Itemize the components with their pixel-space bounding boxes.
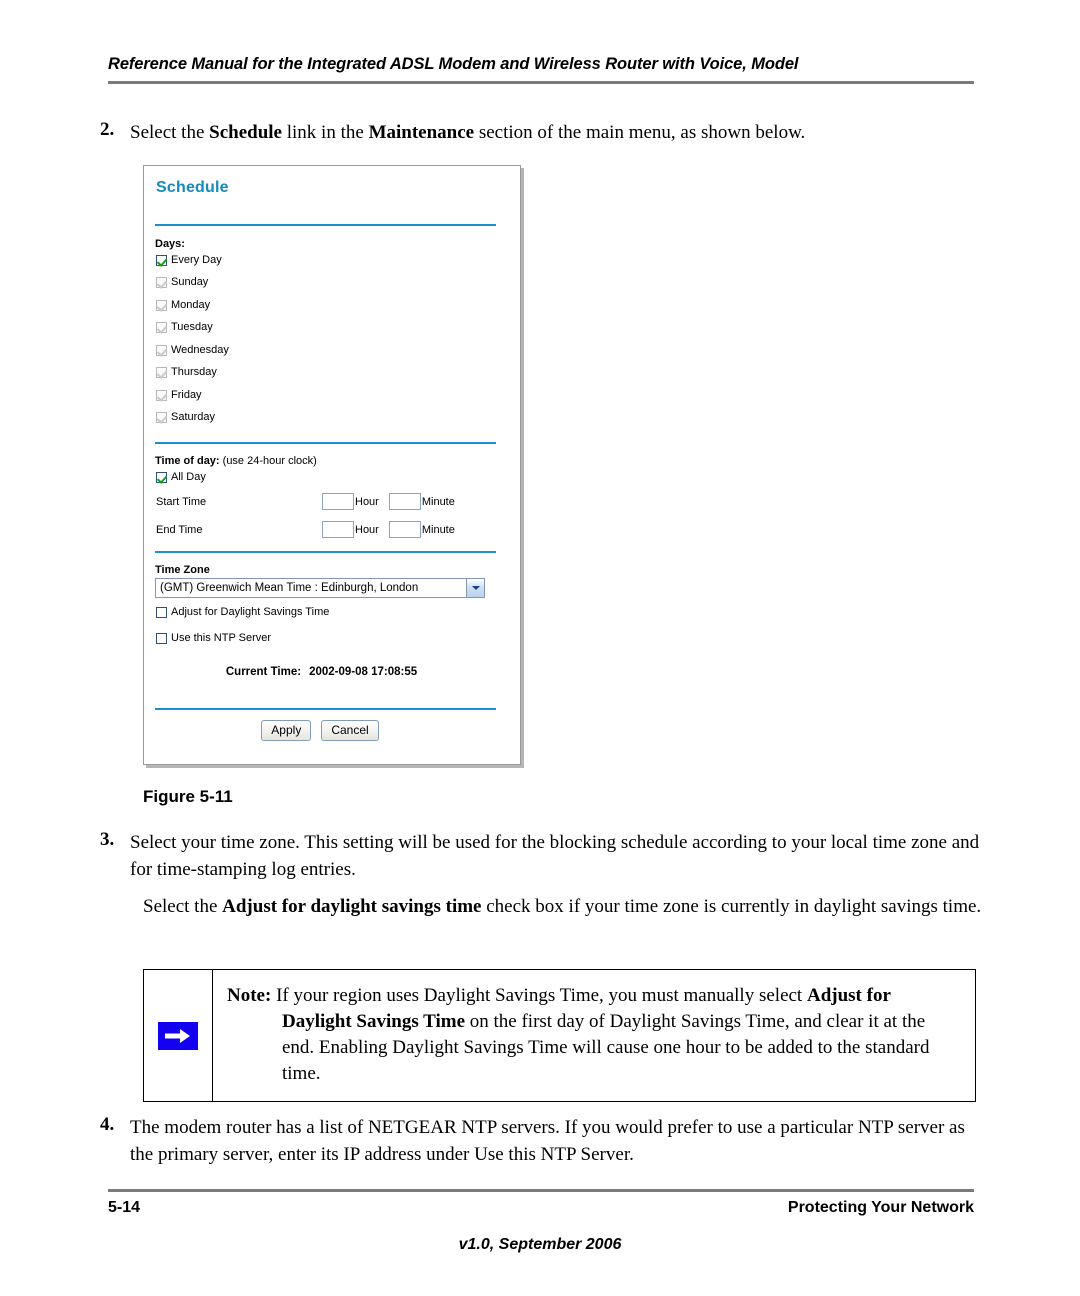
note-paragraph: Note: If your region uses Daylight Savin…	[227, 983, 961, 1087]
current-time-row: Current Time: 2002-09-08 17:08:55	[144, 666, 499, 678]
note-label: Note:	[227, 985, 272, 1006]
cancel-button[interactable]: Cancel	[321, 720, 379, 741]
checkbox-row-thursday[interactable]: Thursday	[156, 366, 217, 378]
step-3-body: Select your time zone. This setting will…	[130, 832, 980, 880]
checkbox-thursday[interactable]	[156, 366, 167, 378]
checkbox-tuesday[interactable]	[156, 321, 167, 333]
time-of-day-note: (use 24-hour clock)	[222, 455, 317, 467]
time-zone-label: Time Zone	[155, 564, 210, 576]
step-2-bold-maintenance: Maintenance	[368, 122, 475, 143]
step-2-text-c: section of the main menu, as shown below…	[474, 122, 806, 143]
step-4-body: The modem router has a list of NETGEAR N…	[130, 1117, 965, 1165]
checkbox-row-use-ntp-server[interactable]: Use this NTP Server	[156, 632, 271, 644]
footer-divider	[108, 1189, 974, 1192]
label-adjust-dst: Adjust for Daylight Savings Time	[171, 606, 330, 618]
end-hour-input[interactable]	[322, 521, 354, 538]
schedule-screenshot-panel: Schedule Days: Every Day Sunday Monday T…	[143, 165, 521, 765]
figure-caption: Figure 5-11	[143, 787, 233, 806]
step-3-para-b: check box if your time zone is currently…	[481, 896, 982, 917]
label-use-ntp-server: Use this NTP Server	[171, 632, 272, 644]
page-header: Reference Manual for the Integrated ADSL…	[108, 55, 974, 84]
step-4: 4. The modem router has a list of NETGEA…	[100, 1114, 990, 1168]
note-callout-box: Note: If your region uses Daylight Savin…	[143, 969, 976, 1102]
current-time-value: 2002-09-08 17:08:55	[309, 666, 418, 678]
step-3-bold-adjust-dst: Adjust for daylight savings time	[222, 896, 482, 917]
divider-days	[155, 442, 496, 444]
checkbox-every-day[interactable]	[156, 254, 167, 266]
step-4-number: 4.	[100, 1114, 115, 1135]
time-zone-selected-value: (GMT) Greenwich Mean Time : Edinburgh, L…	[160, 582, 419, 594]
checkbox-row-wednesday[interactable]: Wednesday	[156, 344, 229, 356]
time-zone-select[interactable]: (GMT) Greenwich Mean Time : Edinburgh, L…	[155, 578, 485, 598]
step-2-text-a: Select the	[130, 122, 210, 143]
chevron-down-icon[interactable]	[466, 579, 484, 597]
step-3-number: 3.	[100, 829, 115, 850]
checkbox-use-ntp-server[interactable]	[156, 632, 167, 644]
apply-button[interactable]: Apply	[261, 720, 312, 741]
label-sunday: Sunday	[171, 276, 209, 288]
footer-section-title: Protecting Your Network	[787, 1199, 974, 1216]
note-icon-cell	[144, 970, 213, 1101]
label-wednesday: Wednesday	[171, 344, 229, 356]
button-row: Apply Cancel	[144, 720, 496, 741]
header-divider	[108, 81, 974, 84]
label-saturday: Saturday	[171, 411, 216, 423]
checkbox-all-day[interactable]	[156, 471, 167, 483]
checkbox-row-saturday[interactable]: Saturday	[156, 411, 215, 423]
label-tuesday: Tuesday	[171, 321, 213, 333]
divider-title	[155, 224, 496, 226]
header-title: Reference Manual for the Integrated ADSL…	[108, 55, 799, 73]
end-hour-unit: Hour	[355, 523, 379, 536]
checkbox-row-monday[interactable]: Monday	[156, 299, 210, 311]
footer-version: v1.0, September 2006	[458, 1236, 622, 1253]
checkbox-row-adjust-dst[interactable]: Adjust for Daylight Savings Time	[156, 606, 329, 618]
end-time-row: End Time Hour Minute	[156, 521, 465, 538]
time-of-day-label-text: Time of day:	[155, 455, 220, 467]
divider-time-of-day	[155, 551, 496, 553]
end-minute-unit: Minute	[421, 523, 455, 536]
checkbox-row-sunday[interactable]: Sunday	[156, 276, 208, 288]
start-time-label: Start Time	[156, 495, 207, 508]
checkbox-saturday[interactable]	[156, 411, 167, 423]
step-2-text-b: link in the	[282, 122, 369, 143]
note-text-cell: Note: If your region uses Daylight Savin…	[213, 970, 975, 1101]
checkbox-adjust-dst[interactable]	[156, 606, 167, 618]
end-minute-input[interactable]	[388, 521, 421, 538]
checkbox-row-all-day[interactable]: All Day	[156, 471, 206, 483]
note-text-a: If your region uses Daylight Savings Tim…	[271, 985, 807, 1006]
checkbox-row-tuesday[interactable]: Tuesday	[156, 321, 213, 333]
start-time-row: Start Time Hour Minute	[156, 493, 465, 510]
step-2-bold-schedule: Schedule	[209, 122, 282, 143]
checkbox-monday[interactable]	[156, 299, 167, 311]
start-hour-input[interactable]	[322, 493, 354, 510]
schedule-page-title: Schedule	[156, 179, 229, 196]
step-2-number: 2.	[100, 119, 115, 140]
days-section-label: Days:	[155, 238, 185, 250]
start-hour-unit: Hour	[355, 495, 379, 508]
checkbox-row-friday[interactable]: Friday	[156, 389, 202, 401]
start-minute-unit: Minute	[421, 495, 455, 508]
current-time-label: Current Time:	[225, 666, 302, 678]
checkbox-row-every-day[interactable]: Every Day	[156, 254, 222, 266]
footer-page-number: 5-14	[108, 1199, 141, 1216]
label-all-day: All Day	[171, 471, 206, 483]
checkbox-sunday[interactable]	[156, 276, 167, 288]
checkbox-wednesday[interactable]	[156, 344, 167, 356]
label-friday: Friday	[171, 389, 202, 401]
step-2: 2. Select the Schedule link in the Maint…	[100, 119, 990, 146]
step-2-body: Select the Schedule link in the Maintena…	[130, 119, 805, 146]
end-time-label: End Time	[156, 523, 203, 536]
time-of-day-label: Time of day: (use 24-hour clock)	[155, 455, 317, 467]
step-3: 3. Select your time zone. This setting w…	[100, 829, 990, 883]
label-every-day: Every Day	[171, 254, 222, 266]
start-minute-input[interactable]	[388, 493, 421, 510]
checkbox-friday[interactable]	[156, 389, 167, 401]
label-monday: Monday	[171, 299, 211, 311]
label-thursday: Thursday	[171, 366, 217, 378]
step-3-para-a: Select the	[143, 896, 223, 917]
arrow-right-icon	[158, 1021, 198, 1050]
divider-buttons	[155, 708, 496, 710]
step-3-paragraph-2: Select the Adjust for daylight savings t…	[143, 893, 988, 920]
